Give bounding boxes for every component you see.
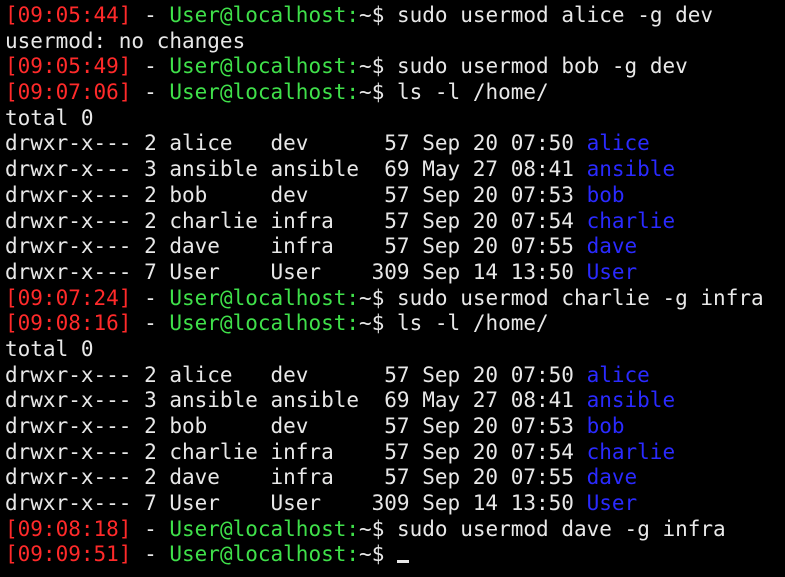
directory-name: charlie — [586, 208, 676, 233]
prompt-separator: - — [131, 80, 170, 105]
prompt-path: ~ — [359, 54, 372, 79]
prompt-line: [09:05:44] - User@localhost:~$ sudo user… — [5, 3, 785, 29]
prompt-user-host: User@localhost: — [169, 311, 360, 336]
prompt-separator: - — [131, 54, 170, 79]
listing-meta: drwxr-x--- 7 User User 309 Sep 14 13:50 — [5, 259, 587, 284]
listing-meta: drwxr-x--- 2 charlie infra 57 Sep 20 07:… — [5, 439, 587, 464]
prompt-command: $ sudo usermod charlie -g infra — [371, 285, 764, 310]
prompt-user-host: User@localhost: — [169, 542, 360, 567]
prompt-line: [09:08:16] - User@localhost:~$ ls -l /ho… — [5, 311, 785, 337]
prompt-command: $ ls -l /home/ — [371, 80, 549, 105]
directory-name: charlie — [586, 439, 676, 464]
listing-row: drwxr-x--- 2 bob dev 57 Sep 20 07:53 bob — [5, 183, 785, 209]
prompt-timestamp: [09:07:24] — [5, 285, 132, 310]
listing-meta: drwxr-x--- 2 alice dev 57 Sep 20 07:50 — [5, 131, 587, 156]
prompt-separator: - — [131, 3, 170, 27]
listing-row: drwxr-x--- 2 dave infra 57 Sep 20 07:55 … — [5, 465, 785, 491]
listing-row: drwxr-x--- 2 alice dev 57 Sep 20 07:50 a… — [5, 131, 785, 157]
listing-meta: drwxr-x--- 2 dave infra 57 Sep 20 07:55 — [5, 465, 587, 490]
text-cursor[interactable] — [396, 560, 409, 564]
listing-meta: drwxr-x--- 7 User User 309 Sep 14 13:50 — [5, 491, 587, 516]
listing-row: drwxr-x--- 2 dave infra 57 Sep 20 07:55 … — [5, 234, 785, 260]
listing-meta: drwxr-x--- 2 charlie infra 57 Sep 20 07:… — [5, 208, 587, 233]
directory-name: ansible — [586, 157, 676, 182]
output-line: total 0 — [5, 337, 785, 363]
prompt-path: ~ — [359, 542, 372, 567]
output-text: total 0 — [5, 336, 94, 361]
prompt-path: ~ — [359, 311, 372, 336]
listing-row: drwxr-x--- 7 User User 309 Sep 14 13:50 … — [5, 260, 785, 286]
prompt-timestamp: [09:05:44] — [5, 3, 132, 27]
output-text: total 0 — [5, 105, 94, 130]
prompt-separator: - — [131, 311, 170, 336]
prompt-timestamp: [09:05:49] — [5, 54, 132, 79]
listing-row: drwxr-x--- 2 charlie infra 57 Sep 20 07:… — [5, 440, 785, 466]
listing-row: drwxr-x--- 7 User User 309 Sep 14 13:50 … — [5, 491, 785, 517]
prompt-line: [09:09:51] - User@localhost:~$ — [5, 542, 785, 568]
directory-name: dave — [586, 234, 638, 259]
prompt-user-host: User@localhost: — [169, 80, 360, 105]
directory-name: dave — [586, 465, 638, 490]
prompt-timestamp: [09:08:18] — [5, 516, 132, 541]
prompt-separator: - — [131, 542, 170, 567]
directory-name: User — [586, 491, 638, 516]
listing-row: drwxr-x--- 2 charlie infra 57 Sep 20 07:… — [5, 209, 785, 235]
prompt-path: ~ — [359, 285, 372, 310]
prompt-command: $ sudo usermod alice -g dev — [371, 3, 714, 27]
listing-meta: drwxr-x--- 3 ansible ansible 69 May 27 0… — [5, 157, 587, 182]
prompt-command: $ sudo usermod dave -g infra — [371, 516, 726, 541]
directory-name: bob — [586, 414, 625, 438]
listing-meta: drwxr-x--- 2 bob dev 57 Sep 20 07:53 — [5, 182, 587, 207]
listing-meta: drwxr-x--- 2 alice dev 57 Sep 20 07:50 — [5, 362, 587, 387]
listing-meta: drwxr-x--- 3 ansible ansible 69 May 27 0… — [5, 388, 587, 413]
listing-row: drwxr-x--- 3 ansible ansible 69 May 27 0… — [5, 388, 785, 414]
listing-meta: drwxr-x--- 2 dave infra 57 Sep 20 07:55 — [5, 234, 587, 259]
output-text: usermod: no changes — [5, 28, 246, 53]
prompt-timestamp: [09:09:51] — [5, 542, 132, 567]
directory-name: User — [586, 259, 638, 284]
listing-row: drwxr-x--- 2 bob dev 57 Sep 20 07:53 bob — [5, 414, 785, 440]
terminal-window[interactable]: [09:05:44] - User@localhost:~$ sudo user… — [0, 0, 785, 577]
prompt-user-host: User@localhost: — [169, 54, 360, 79]
prompt-separator: - — [131, 516, 170, 541]
prompt-line: [09:08:18] - User@localhost:~$ sudo user… — [5, 517, 785, 543]
prompt-path: ~ — [359, 80, 372, 105]
prompt-command: $ ls -l /home/ — [371, 311, 549, 336]
prompt-command: $ sudo usermod bob -g dev — [371, 54, 688, 79]
prompt-user-host: User@localhost: — [169, 285, 360, 310]
directory-name: ansible — [586, 388, 676, 413]
prompt-line: [09:05:49] - User@localhost:~$ sudo user… — [5, 54, 785, 80]
output-line: total 0 — [5, 106, 785, 132]
prompt-user-host: User@localhost: — [169, 3, 360, 27]
prompt-command: $ — [371, 542, 397, 567]
prompt-line: [09:07:24] - User@localhost:~$ sudo user… — [5, 286, 785, 312]
directory-name: alice — [586, 362, 650, 387]
directory-name: bob — [586, 182, 625, 207]
prompt-separator: - — [131, 285, 170, 310]
prompt-path: ~ — [359, 516, 372, 541]
output-line: usermod: no changes — [5, 29, 785, 55]
listing-meta: drwxr-x--- 2 bob dev 57 Sep 20 07:53 — [5, 414, 587, 438]
prompt-path: ~ — [359, 3, 372, 27]
prompt-user-host: User@localhost: — [169, 516, 360, 541]
listing-row: drwxr-x--- 2 alice dev 57 Sep 20 07:50 a… — [5, 363, 785, 389]
listing-row: drwxr-x--- 3 ansible ansible 69 May 27 0… — [5, 157, 785, 183]
prompt-timestamp: [09:07:06] — [5, 80, 132, 105]
prompt-line: [09:07:06] - User@localhost:~$ ls -l /ho… — [5, 80, 785, 106]
directory-name: alice — [586, 131, 650, 156]
prompt-timestamp: [09:08:16] — [5, 311, 132, 336]
